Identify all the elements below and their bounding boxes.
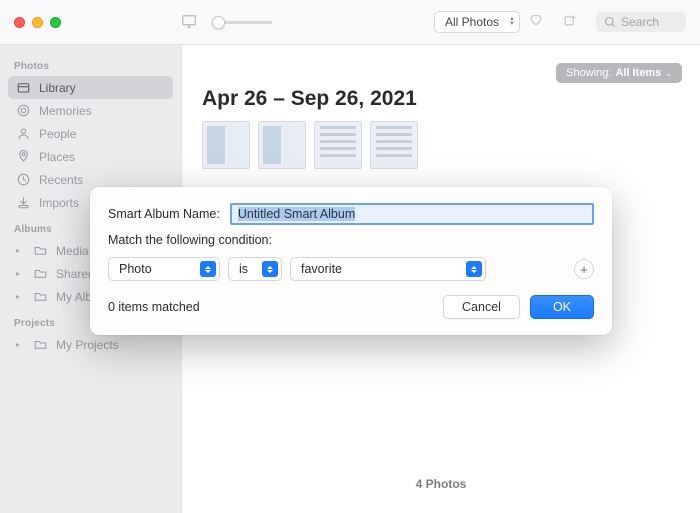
name-label: Smart Album Name: bbox=[108, 207, 220, 221]
match-condition-label: Match the following condition: bbox=[108, 233, 594, 247]
ok-button[interactable]: OK bbox=[530, 295, 594, 319]
condition-field-select[interactable]: Photo bbox=[108, 257, 220, 281]
condition-row: Photo is favorite + bbox=[108, 257, 594, 281]
album-name-input[interactable] bbox=[230, 203, 594, 225]
select-label: is bbox=[239, 262, 248, 276]
add-condition-button[interactable]: + bbox=[574, 259, 594, 279]
condition-operator-select[interactable]: is bbox=[228, 257, 282, 281]
matched-count: 0 items matched bbox=[108, 300, 200, 314]
cancel-button[interactable]: Cancel bbox=[443, 295, 520, 319]
select-label: Photo bbox=[119, 262, 152, 276]
condition-value-select[interactable]: favorite bbox=[290, 257, 486, 281]
select-arrows-icon bbox=[262, 261, 278, 277]
smart-album-dialog: Smart Album Name: Match the following co… bbox=[90, 187, 612, 335]
select-arrows-icon bbox=[200, 261, 216, 277]
select-arrows-icon bbox=[466, 261, 482, 277]
select-label: favorite bbox=[301, 262, 342, 276]
